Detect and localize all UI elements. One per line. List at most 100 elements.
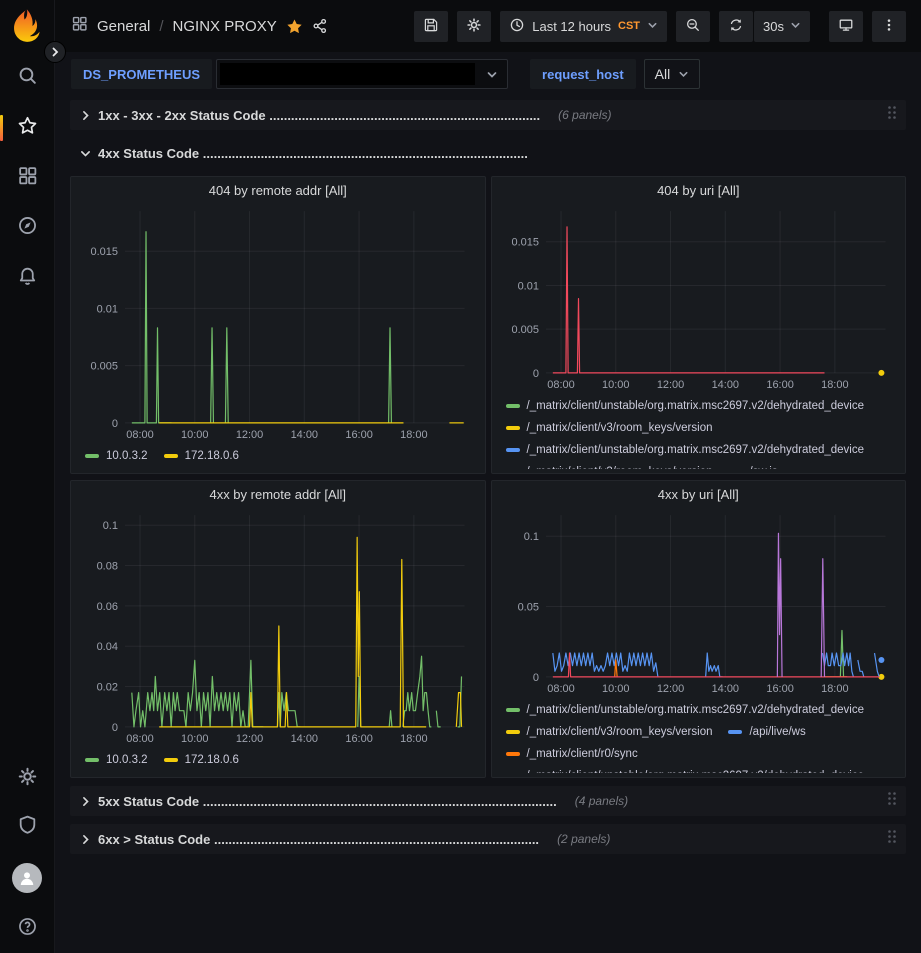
dashboard-settings-button[interactable]	[457, 11, 491, 42]
row-title: 5xx Status Code ........................…	[98, 794, 557, 809]
active-indicator	[0, 115, 3, 141]
legend-item[interactable]: /_matrix/client/unstable/org.matrix.msc2…	[506, 765, 865, 773]
time-range-picker[interactable]: Last 12 hours CST	[500, 11, 667, 42]
y-tick-label: 0	[112, 418, 118, 430]
panel-title[interactable]: 4xx by remote addr [All]	[81, 487, 475, 509]
panel-title[interactable]: 4xx by uri [All]	[502, 487, 896, 509]
variable-label-request-host[interactable]: request_host	[530, 59, 636, 89]
sidebar-item-server-admin[interactable]	[7, 815, 47, 839]
legend-item[interactable]: /_matrix/client/v3/room_keys/version	[506, 721, 713, 743]
series-end-dot	[878, 674, 884, 680]
page-title[interactable]: NGINX PROXY	[173, 18, 277, 35]
legend-item[interactable]: 172.18.0.6	[164, 445, 239, 467]
timeseries-chart[interactable]: 00.0050.010.01508:0010:0012:0014:0016:00…	[502, 205, 896, 393]
legend-label: /sw.js	[749, 466, 777, 469]
x-tick-label: 12:00	[656, 683, 683, 695]
save-icon	[423, 17, 439, 36]
favorite-star-icon[interactable]	[286, 18, 303, 35]
compass-icon	[17, 215, 38, 241]
timeseries-chart[interactable]: 00.020.040.060.080.108:0010:0012:0014:00…	[81, 509, 475, 747]
user-avatar[interactable]	[12, 863, 42, 893]
sidebar-item-search[interactable]	[7, 66, 47, 90]
dashboard-canvas: 1xx - 3xx - 2xx Status Code ............…	[55, 94, 921, 953]
search-icon	[17, 65, 38, 91]
sidebar-item-dashboards[interactable]	[7, 166, 47, 190]
panel-title[interactable]: 404 by remote addr [All]	[81, 183, 475, 205]
timeseries-chart[interactable]: 00.050.108:0010:0012:0014:0016:0018:00	[502, 509, 896, 697]
x-tick-label: 10:00	[181, 429, 208, 441]
sidebar-item-explore[interactable]	[7, 216, 47, 240]
variable-selected-value: All	[655, 66, 671, 82]
legend-item[interactable]: 172.18.0.6	[164, 749, 239, 771]
x-tick-label: 18:00	[821, 683, 848, 695]
legend-label: /_matrix/client/v3/room_keys/version	[527, 422, 713, 434]
bell-icon	[17, 265, 38, 291]
row-header-5xx[interactable]: 5xx Status Code ........................…	[70, 786, 906, 816]
legend-item[interactable]: /_matrix/client/r0/sync	[506, 743, 638, 765]
cycle-view-mode-button[interactable]	[829, 11, 863, 42]
gear-icon	[466, 17, 482, 36]
legend-item[interactable]: /_matrix/client/unstable/org.matrix.msc2…	[506, 699, 865, 721]
breadcrumb-section[interactable]: General	[97, 18, 150, 35]
chevron-right-icon	[79, 795, 92, 808]
legend-item[interactable]: 10.0.3.2	[85, 445, 148, 467]
y-tick-label: 0	[532, 368, 538, 380]
chevron-down-icon	[647, 19, 658, 34]
row-header-1xx-3xx-2xx[interactable]: 1xx - 3xx - 2xx Status Code ............…	[70, 100, 906, 130]
grafana-logo-icon[interactable]	[9, 8, 45, 44]
panel-404-by-remote-addr: 404 by remote addr [All] 00.0050.010.015…	[70, 176, 486, 474]
x-tick-label: 08:00	[547, 683, 574, 695]
legend-item[interactable]: /_matrix/client/v3/room_keys/version	[506, 461, 713, 469]
chart-legend: /_matrix/client/unstable/org.matrix.msc2…	[502, 393, 896, 469]
legend-item[interactable]: /_matrix/client/v3/room_keys/version	[506, 417, 713, 439]
legend-item[interactable]: /sw.js	[728, 461, 777, 469]
sidebar-item-configuration[interactable]	[7, 767, 47, 791]
series-line	[874, 653, 879, 677]
row-drag-handle-icon[interactable]	[886, 105, 898, 125]
chart-legend: 10.0.3.2 172.18.0.6	[81, 747, 475, 773]
time-range-label: Last 12 hours	[532, 19, 611, 34]
sidebar-item-starred[interactable]	[7, 116, 47, 140]
zoom-out-icon	[685, 17, 701, 36]
sidebar-item-alerting[interactable]	[7, 266, 47, 290]
more-options-button[interactable]	[872, 11, 906, 42]
chevron-down-icon	[486, 69, 498, 81]
variable-value-ds-prometheus[interactable]	[216, 59, 508, 89]
refresh-interval-picker[interactable]: 30s	[754, 11, 810, 42]
sidebar-item-help[interactable]	[7, 917, 47, 941]
row-drag-handle-icon[interactable]	[886, 791, 898, 811]
row-header-6xx[interactable]: 6xx > Status Code ......................…	[70, 824, 906, 854]
y-tick-label: 0.04	[97, 641, 118, 653]
x-tick-label: 12:00	[236, 429, 263, 441]
legend-item[interactable]: /_matrix/client/unstable/org.matrix.msc2…	[506, 439, 865, 461]
save-button[interactable]	[414, 11, 448, 42]
refresh-interval-label: 30s	[763, 19, 784, 34]
share-icon[interactable]	[312, 18, 328, 34]
variable-label-ds-prometheus[interactable]: DS_PROMETHEUS	[71, 59, 212, 89]
x-tick-label: 08:00	[126, 429, 153, 441]
row-panel-count: (6 panels)	[558, 108, 611, 122]
zoom-out-button[interactable]	[676, 11, 710, 42]
chart-svg: 00.020.040.060.080.108:0010:0012:0014:00…	[81, 509, 475, 747]
x-tick-label: 10:00	[602, 683, 629, 695]
monitor-icon	[838, 17, 854, 36]
chart-svg: 00.0050.010.01508:0010:0012:0014:0016:00…	[502, 205, 896, 393]
panel-title[interactable]: 404 by uri [All]	[502, 183, 896, 205]
series-line	[132, 232, 172, 423]
legend-item[interactable]: 10.0.3.2	[85, 749, 148, 771]
variable-value-request-host[interactable]: All	[644, 59, 701, 89]
legend-label: 172.18.0.6	[185, 450, 239, 462]
panels-grid: 404 by remote addr [All] 00.0050.010.015…	[70, 176, 906, 778]
y-tick-label: 0	[112, 722, 118, 734]
legend-swatch	[506, 752, 520, 756]
legend-item[interactable]: /_matrix/client/unstable/org.matrix.msc2…	[506, 395, 865, 417]
row-header-4xx[interactable]: 4xx Status Code ........................…	[70, 138, 906, 168]
refresh-button[interactable]	[719, 11, 753, 42]
series-line	[456, 693, 461, 727]
sidebar-expand-button[interactable]	[44, 41, 66, 63]
legend-swatch	[85, 758, 99, 762]
legend-item[interactable]: /api/live/ws	[728, 721, 805, 743]
x-tick-label: 14:00	[291, 733, 318, 745]
timeseries-chart[interactable]: 00.0050.010.01508:0010:0012:0014:0016:00…	[81, 205, 475, 443]
row-drag-handle-icon[interactable]	[886, 829, 898, 849]
